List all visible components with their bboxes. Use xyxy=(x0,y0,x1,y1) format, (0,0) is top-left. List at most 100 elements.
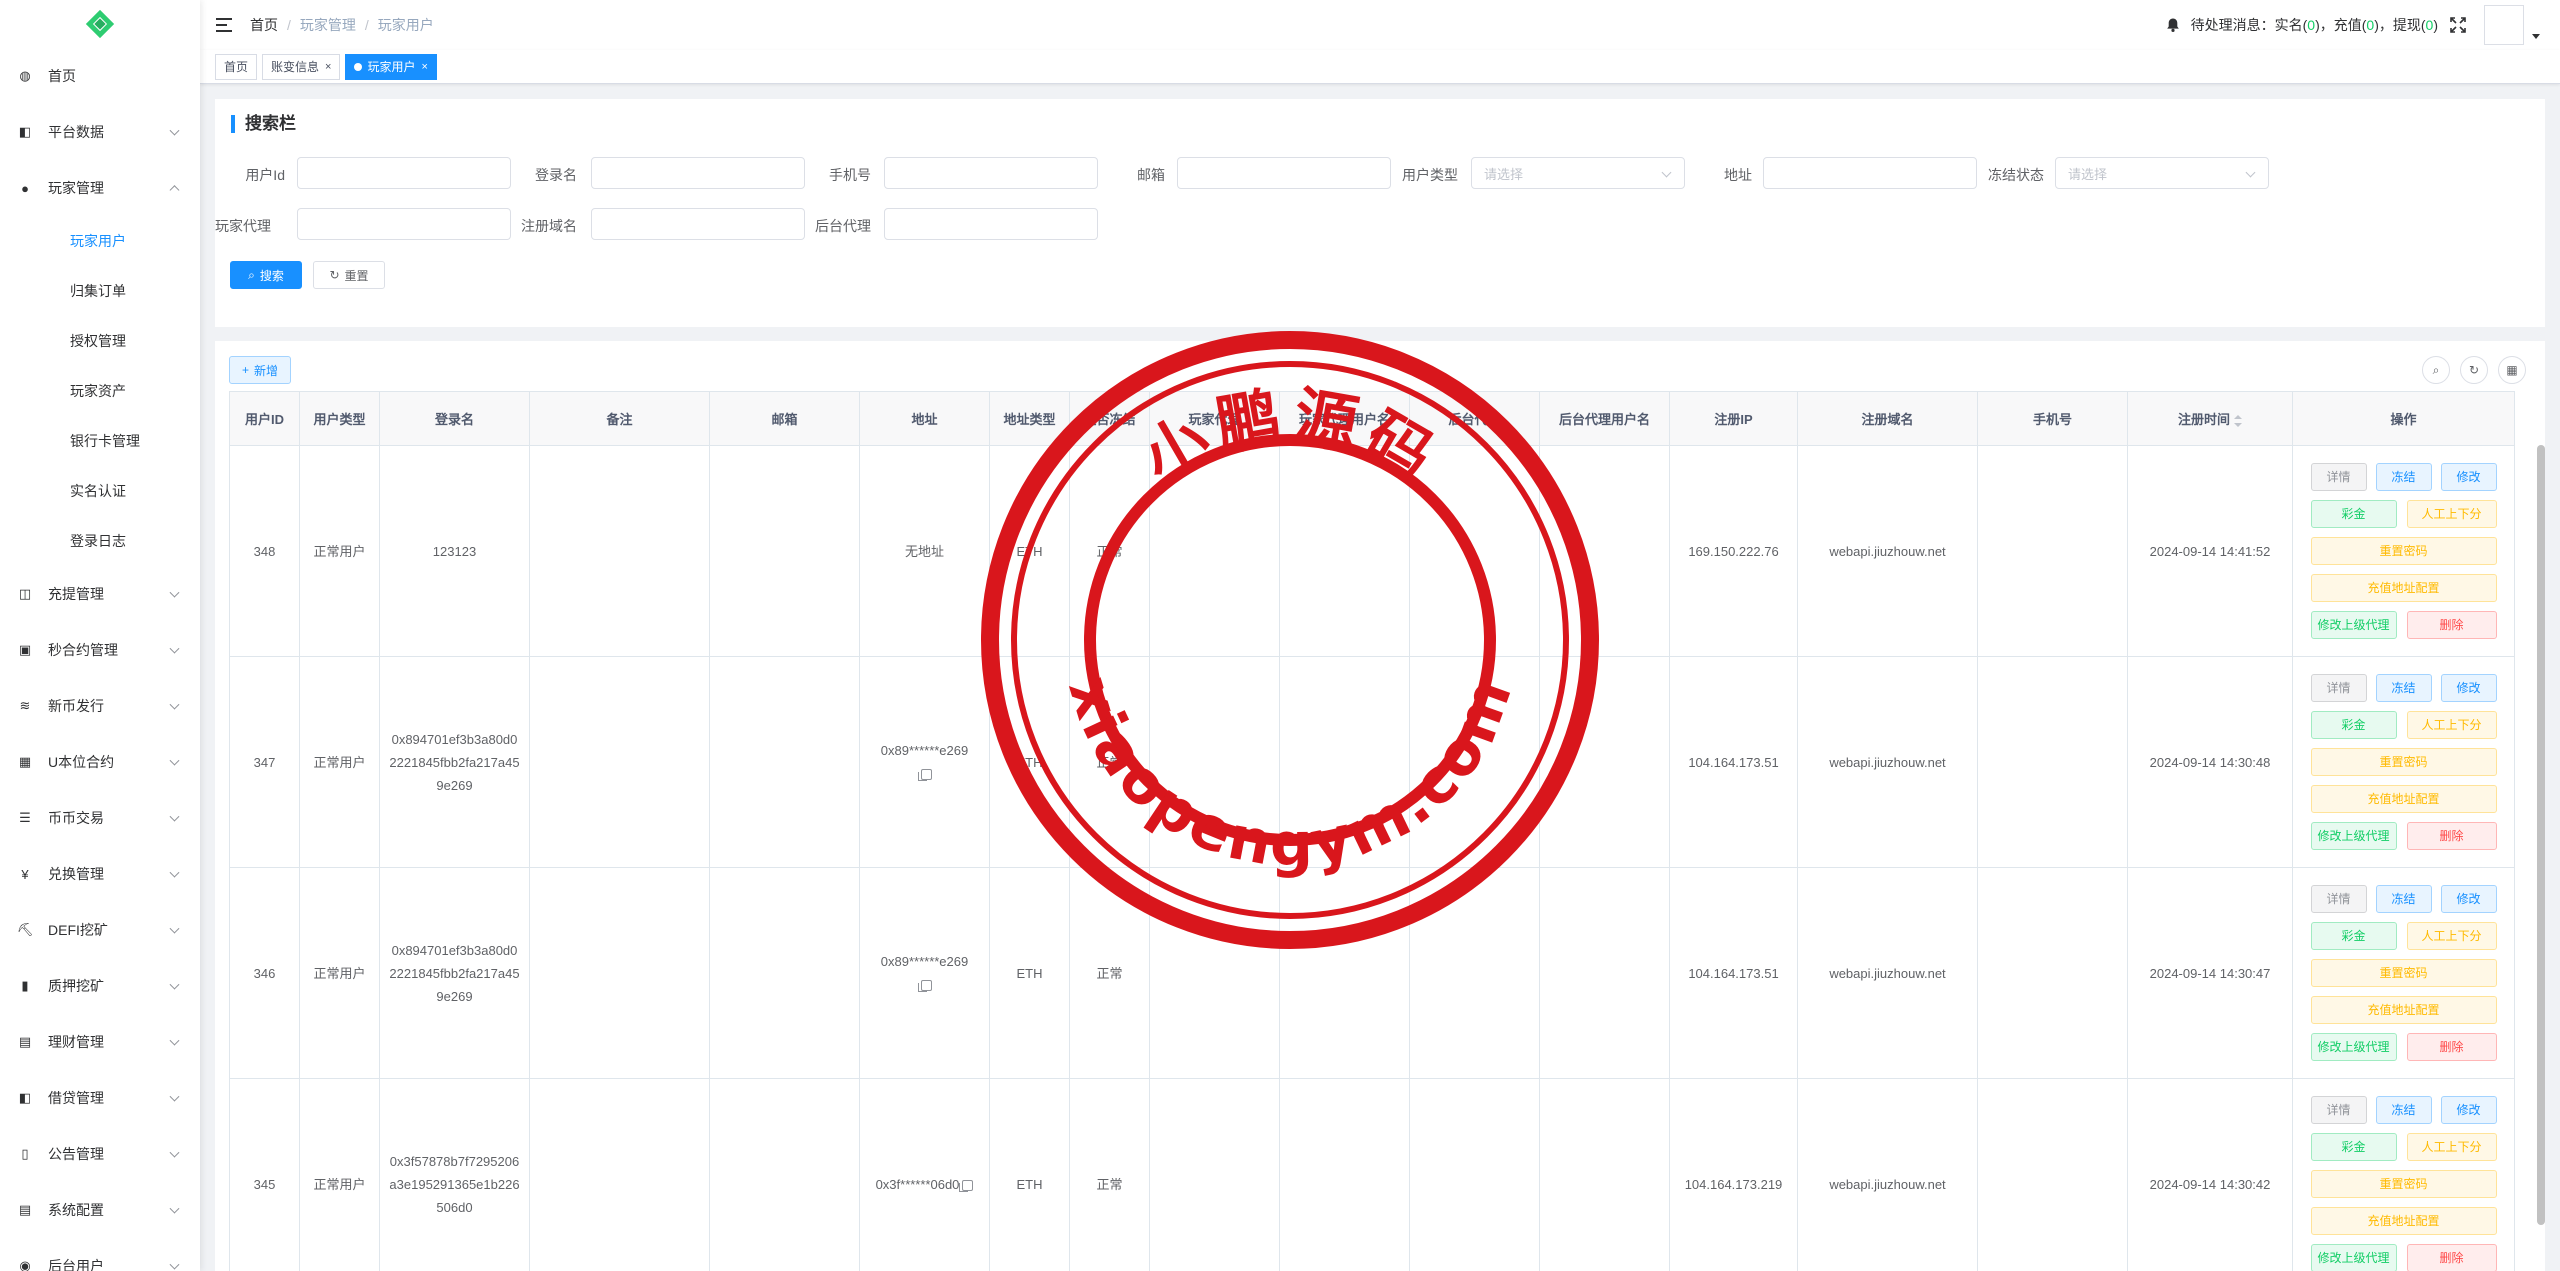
copy-icon[interactable] xyxy=(917,769,932,782)
sidebar-subitem-4[interactable]: 银行卡管理 xyxy=(0,416,200,466)
search-button[interactable]: ⌕ 搜索 xyxy=(230,261,302,289)
delete-button[interactable]: 删除 xyxy=(2406,1244,2497,1271)
sidebar-item-6[interactable]: ▦ U本位合约 xyxy=(0,734,200,790)
avatar[interactable] xyxy=(2484,5,2524,45)
copy-icon[interactable] xyxy=(917,980,932,993)
refresh-button[interactable]: ↻ xyxy=(2460,356,2488,384)
cell-p-agent-name xyxy=(1279,656,1410,868)
sidebar-item-0[interactable]: ◍ 首页 xyxy=(0,48,200,104)
reset-pwd-button[interactable]: 重置密码 xyxy=(2310,959,2497,987)
column-header[interactable]: 注册时间 xyxy=(2127,391,2293,446)
sidebar-item-1[interactable]: ◧ 平台数据 xyxy=(0,104,200,160)
bonus-button[interactable]: 彩金 xyxy=(2310,922,2397,950)
copy-icon[interactable] xyxy=(959,1179,974,1192)
bonus-button[interactable]: 彩金 xyxy=(2310,500,2397,528)
freeze-status-select[interactable]: 请选择 xyxy=(2055,157,2269,189)
sidebar-item-8[interactable]: ¥ 兑换管理 xyxy=(0,846,200,902)
reg-domain-input[interactable] xyxy=(591,208,805,240)
addr-config-button[interactable]: 充值地址配置 xyxy=(2310,1207,2497,1235)
bell-icon[interactable] xyxy=(2165,17,2181,33)
cell-value: 正常 xyxy=(1096,754,1123,770)
freeze-button[interactable]: 冻结 xyxy=(2375,1096,2432,1124)
delete-button[interactable]: 删除 xyxy=(2406,611,2497,639)
player-agent-input[interactable] xyxy=(297,208,511,240)
cell-frozen: 正常 xyxy=(1069,867,1150,1079)
sidebar-item-3[interactable]: ◫ 充提管理 xyxy=(0,566,200,622)
sidebar-subitem-1[interactable]: 归集订单 xyxy=(0,266,200,316)
edit-button[interactable]: 修改 xyxy=(2440,463,2497,491)
manual-button[interactable]: 人工上下分 xyxy=(2406,500,2497,528)
addr-config-button[interactable]: 充值地址配置 xyxy=(2310,574,2497,602)
reset-pwd-button[interactable]: 重置密码 xyxy=(2310,1170,2497,1198)
manual-button[interactable]: 人工上下分 xyxy=(2406,711,2497,739)
address-input[interactable] xyxy=(1763,157,1977,189)
detail-button[interactable]: 详情 xyxy=(2310,885,2367,913)
sidebar-item-12[interactable]: ◧ 借贷管理 xyxy=(0,1070,200,1126)
fullscreen-icon[interactable] xyxy=(2450,17,2466,33)
detail-button[interactable]: 详情 xyxy=(2310,674,2367,702)
reset-pwd-button[interactable]: 重置密码 xyxy=(2310,748,2497,776)
admin-agent-input[interactable] xyxy=(884,208,1098,240)
addr-config-button[interactable]: 充值地址配置 xyxy=(2310,785,2497,813)
sidebar-subitem-0[interactable]: 玩家用户 xyxy=(0,216,200,266)
edit-button[interactable]: 修改 xyxy=(2440,1096,2497,1124)
sidebar-item-5[interactable]: ≋ 新币发行 xyxy=(0,678,200,734)
sidebar-item-2[interactable]: ● 玩家管理 xyxy=(0,160,200,216)
sidebar-item-11[interactable]: ▤ 理财管理 xyxy=(0,1014,200,1070)
sidebar-item-13[interactable]: ▯ 公告管理 xyxy=(0,1126,200,1182)
column-header: 后台代理用户名 xyxy=(1539,391,1670,446)
edit-button[interactable]: 修改 xyxy=(2440,674,2497,702)
add-button[interactable]: + 新增 xyxy=(229,356,292,384)
sidebar-subitem-6[interactable]: 登录日志 xyxy=(0,516,200,566)
freeze-button[interactable]: 冻结 xyxy=(2375,885,2432,913)
sidebar-subitem-2[interactable]: 授权管理 xyxy=(0,316,200,366)
sidebar-item-10[interactable]: ▮ 质押挖矿 xyxy=(0,958,200,1014)
phone-input[interactable] xyxy=(884,157,1098,189)
change-agent-button[interactable]: 修改上级代理 xyxy=(2310,1033,2397,1061)
sort-icon[interactable] xyxy=(2234,414,2242,427)
change-agent-button[interactable]: 修改上级代理 xyxy=(2310,822,2397,850)
user-id-input[interactable] xyxy=(297,157,511,189)
pending-notice[interactable]: 待处理消息：实名(0)，充值(0)，提现(0) xyxy=(2191,15,2438,35)
detail-button[interactable]: 详情 xyxy=(2310,1096,2367,1124)
delete-button[interactable]: 删除 xyxy=(2406,822,2497,850)
manual-button[interactable]: 人工上下分 xyxy=(2406,1133,2497,1161)
logo-icon xyxy=(85,9,115,39)
columns-button[interactable]: ▦ xyxy=(2498,356,2526,384)
tag-account-change[interactable]: 账变信息 × xyxy=(262,53,341,80)
sidebar-subitem-5[interactable]: 实名认证 xyxy=(0,466,200,516)
change-agent-button[interactable]: 修改上级代理 xyxy=(2310,611,2397,639)
freeze-button[interactable]: 冻结 xyxy=(2375,463,2432,491)
reset-button[interactable]: ↻ 重置 xyxy=(313,261,385,289)
sidebar-item-4[interactable]: ▣ 秒合约管理 xyxy=(0,622,200,678)
login-name-input[interactable] xyxy=(591,157,805,189)
logo[interactable] xyxy=(0,0,200,48)
sidebar-subitem-3[interactable]: 玩家资产 xyxy=(0,366,200,416)
manual-button[interactable]: 人工上下分 xyxy=(2406,922,2497,950)
addr-config-button[interactable]: 充值地址配置 xyxy=(2310,996,2497,1024)
sidebar-item-15[interactable]: ◉ 后台用户 xyxy=(0,1238,200,1271)
bonus-button[interactable]: 彩金 xyxy=(2310,711,2397,739)
freeze-button[interactable]: 冻结 xyxy=(2375,674,2432,702)
vertical-scrollbar[interactable] xyxy=(2537,445,2545,1225)
sidebar-item-7[interactable]: ☰ 币币交易 xyxy=(0,790,200,846)
hamburger-icon[interactable] xyxy=(216,18,232,32)
caret-down-icon[interactable] xyxy=(2532,33,2540,39)
toggle-search-button[interactable]: ⌕ xyxy=(2422,356,2450,384)
edit-button[interactable]: 修改 xyxy=(2440,885,2497,913)
detail-button[interactable]: 详情 xyxy=(2310,463,2367,491)
breadcrumb-player-management[interactable]: 玩家管理 xyxy=(300,15,356,35)
bonus-button[interactable]: 彩金 xyxy=(2310,1133,2397,1161)
sidebar-item-14[interactable]: ▤ 系统配置 xyxy=(0,1182,200,1238)
tag-home[interactable]: 首页 xyxy=(215,53,258,80)
delete-button[interactable]: 删除 xyxy=(2406,1033,2497,1061)
tag-player-users[interactable]: 玩家用户 × xyxy=(345,53,437,80)
user-type-select[interactable]: 请选择 xyxy=(1471,157,1685,189)
reset-pwd-button[interactable]: 重置密码 xyxy=(2310,537,2497,565)
breadcrumb-home[interactable]: 首页 xyxy=(250,15,278,35)
close-icon[interactable]: × xyxy=(325,55,331,79)
sidebar-item-9[interactable]: ⛏ DEFI挖矿 xyxy=(0,902,200,958)
close-icon[interactable]: × xyxy=(421,55,427,79)
change-agent-button[interactable]: 修改上级代理 xyxy=(2310,1244,2397,1271)
email-input[interactable] xyxy=(1177,157,1391,189)
